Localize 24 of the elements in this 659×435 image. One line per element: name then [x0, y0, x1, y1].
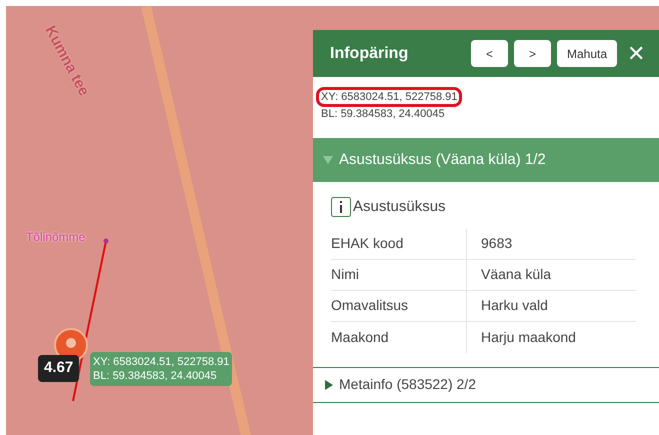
close-button[interactable]: ✕ — [627, 42, 645, 64]
place-label: Tõlinõmme — [26, 229, 86, 246]
section-header[interactable]: Metainfo (583522) 2/2 — [313, 366, 659, 402]
coordinate-text: BL: 59.384583, 24.40045 — [321, 107, 445, 121]
attribute-label: Nimi — [331, 260, 467, 290]
attribute-label: Maakond — [331, 322, 467, 352]
attribute-label: EHAK kood — [331, 228, 467, 258]
section-heading: Asustusüksus — [353, 197, 446, 217]
caret-right-icon — [325, 380, 333, 390]
attribute-value: 9683 — [480, 234, 512, 253]
measurement-label: 4.67 — [38, 355, 80, 382]
attribute-label: Omavalitsus — [331, 290, 467, 320]
header-button[interactable]: Mahuta — [556, 40, 617, 67]
panel-title: Infopäring — [330, 44, 408, 64]
caret-down-icon — [323, 156, 333, 164]
tooltip-line: XY: 6583024.51, 522758.91 — [93, 355, 230, 369]
coordinate-text: XY: 6583024.51, 522758.91 — [316, 87, 462, 107]
attribute-value: Harku vald — [480, 296, 548, 315]
header-button[interactable]: > — [514, 40, 551, 67]
info-icon — [331, 197, 351, 218]
attribute-value: Väana küla — [480, 265, 552, 284]
tooltip-line: BL: 59.384583, 24.40045 — [93, 369, 218, 383]
attribute-value: Harju maakond — [480, 328, 576, 347]
header-button[interactable]: < — [470, 40, 508, 67]
